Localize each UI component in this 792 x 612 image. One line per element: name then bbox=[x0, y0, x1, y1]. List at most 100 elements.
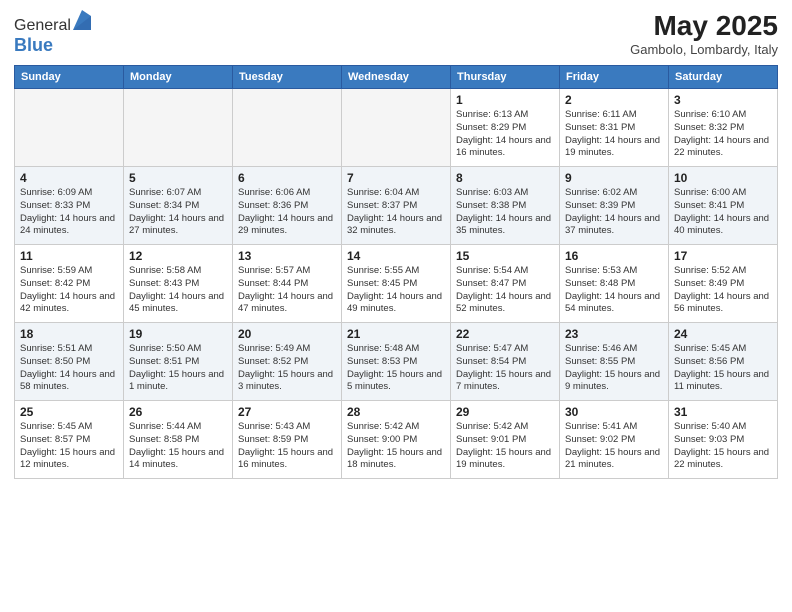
day-number: 21 bbox=[347, 327, 445, 341]
day-number: 10 bbox=[674, 171, 772, 185]
day-number: 22 bbox=[456, 327, 554, 341]
calendar-day-cell: 13Sunrise: 5:57 AM Sunset: 8:44 PM Dayli… bbox=[233, 245, 342, 323]
day-number: 5 bbox=[129, 171, 227, 185]
calendar-day-cell: 12 Sunrise: 5:58 AM Sunset: 8:43 PM Dayli… bbox=[124, 245, 233, 323]
day-info: Sunrise: 5:54 AM Sunset: 8:47 PM Dayligh… bbox=[456, 265, 554, 316]
logo-general-text: General bbox=[14, 17, 71, 34]
calendar-day-cell: 26Sunrise: 5:44 AM Sunset: 8:58 PM Dayli… bbox=[124, 401, 233, 479]
day-number: 12 bbox=[129, 249, 227, 263]
calendar-day-cell: 27 Sunrise: 5:43 AM Sunset: 8:59 PM Dayli… bbox=[233, 401, 342, 479]
calendar-day-cell: 14 Sunrise: 5:55 AM Sunset: 8:45 PM Dayli… bbox=[342, 245, 451, 323]
day-info: Sunrise: 5:41 AM Sunset: 9:02 PM Dayligh… bbox=[565, 421, 663, 472]
day-number: 2 bbox=[565, 93, 663, 107]
day-info: Sunrise: 5:52 AM Sunset: 8:49 PM Dayligh… bbox=[674, 265, 772, 316]
day-number: 6 bbox=[238, 171, 336, 185]
day-number: 20 bbox=[238, 327, 336, 341]
day-info: Sunrise: 5:48 AM Sunset: 8:53 PM Dayligh… bbox=[347, 343, 445, 394]
day-number: 25 bbox=[20, 405, 118, 419]
day-number: 31 bbox=[674, 405, 772, 419]
calendar-day-cell: 16Sunrise: 5:53 AM Sunset: 8:48 PM Dayli… bbox=[560, 245, 669, 323]
calendar-day-cell: 31 Sunrise: 5:40 AM Sunset: 9:03 PM Dayli… bbox=[669, 401, 778, 479]
calendar-week-row: 25 Sunrise: 5:45 AM Sunset: 8:57 PM Dayli… bbox=[15, 401, 778, 479]
day-number: 15 bbox=[456, 249, 554, 263]
logo: General Blue bbox=[14, 10, 91, 56]
day-info: Sunrise: 5:59 AM Sunset: 8:42 PM Dayligh… bbox=[20, 265, 118, 316]
calendar-day-cell: 23 Sunrise: 5:46 AM Sunset: 8:55 PM Dayli… bbox=[560, 323, 669, 401]
day-info: Sunrise: 6:09 AM Sunset: 8:33 PM Dayligh… bbox=[20, 187, 118, 238]
day-info: Sunrise: 6:03 AM Sunset: 8:38 PM Dayligh… bbox=[456, 187, 554, 238]
calendar-day-cell bbox=[124, 89, 233, 167]
day-info: Sunrise: 6:13 AM Sunset: 8:29 PM Dayligh… bbox=[456, 109, 554, 160]
calendar-day-cell: 11 Sunrise: 5:59 AM Sunset: 8:42 PM Dayli… bbox=[15, 245, 124, 323]
calendar-day-cell: 3Sunrise: 6:10 AM Sunset: 8:32 PM Daylig… bbox=[669, 89, 778, 167]
calendar-day-cell: 5 Sunrise: 6:07 AM Sunset: 8:34 PM Daylig… bbox=[124, 167, 233, 245]
calendar-day-cell: 7 Sunrise: 6:04 AM Sunset: 8:37 PM Daylig… bbox=[342, 167, 451, 245]
logo-blue-text: Blue bbox=[14, 35, 53, 55]
page: General Blue May 2025 Gambolo, Lombardy,… bbox=[0, 0, 792, 612]
day-info: Sunrise: 6:04 AM Sunset: 8:37 PM Dayligh… bbox=[347, 187, 445, 238]
calendar-day-cell: 28Sunrise: 5:42 AM Sunset: 9:00 PM Dayli… bbox=[342, 401, 451, 479]
day-number: 7 bbox=[347, 171, 445, 185]
day-number: 24 bbox=[674, 327, 772, 341]
day-number: 11 bbox=[20, 249, 118, 263]
day-number: 1 bbox=[456, 93, 554, 107]
day-info: Sunrise: 6:10 AM Sunset: 8:32 PM Dayligh… bbox=[674, 109, 772, 160]
day-info: Sunrise: 6:00 AM Sunset: 8:41 PM Dayligh… bbox=[674, 187, 772, 238]
calendar-day-cell: 22 Sunrise: 5:47 AM Sunset: 8:54 PM Dayli… bbox=[451, 323, 560, 401]
day-info: Sunrise: 5:50 AM Sunset: 8:51 PM Dayligh… bbox=[129, 343, 227, 394]
calendar-day-cell: 17 Sunrise: 5:52 AM Sunset: 8:49 PM Dayli… bbox=[669, 245, 778, 323]
day-info: Sunrise: 6:11 AM Sunset: 8:31 PM Dayligh… bbox=[565, 109, 663, 160]
day-info: Sunrise: 5:44 AM Sunset: 8:58 PM Dayligh… bbox=[129, 421, 227, 472]
calendar-header-row: SundayMondayTuesdayWednesdayThursdayFrid… bbox=[15, 66, 778, 89]
day-info: Sunrise: 5:46 AM Sunset: 8:55 PM Dayligh… bbox=[565, 343, 663, 394]
calendar-day-header: Sunday bbox=[15, 66, 124, 89]
day-info: Sunrise: 5:42 AM Sunset: 9:01 PM Dayligh… bbox=[456, 421, 554, 472]
calendar-day-header: Wednesday bbox=[342, 66, 451, 89]
day-number: 27 bbox=[238, 405, 336, 419]
calendar-day-header: Thursday bbox=[451, 66, 560, 89]
calendar-day-cell: 8 Sunrise: 6:03 AM Sunset: 8:38 PM Daylig… bbox=[451, 167, 560, 245]
header: General Blue May 2025 Gambolo, Lombardy,… bbox=[14, 10, 778, 57]
calendar-table: SundayMondayTuesdayWednesdayThursdayFrid… bbox=[14, 65, 778, 479]
day-number: 23 bbox=[565, 327, 663, 341]
day-number: 9 bbox=[565, 171, 663, 185]
day-number: 29 bbox=[456, 405, 554, 419]
calendar-day-cell: 21 Sunrise: 5:48 AM Sunset: 8:53 PM Dayli… bbox=[342, 323, 451, 401]
day-number: 19 bbox=[129, 327, 227, 341]
day-info: Sunrise: 5:49 AM Sunset: 8:52 PM Dayligh… bbox=[238, 343, 336, 394]
calendar-day-cell: 1 Sunrise: 6:13 AM Sunset: 8:29 PM Daylig… bbox=[451, 89, 560, 167]
day-number: 14 bbox=[347, 249, 445, 263]
day-info: Sunrise: 5:45 AM Sunset: 8:57 PM Dayligh… bbox=[20, 421, 118, 472]
calendar-day-header: Friday bbox=[560, 66, 669, 89]
calendar-day-cell: 6 Sunrise: 6:06 AM Sunset: 8:36 PM Daylig… bbox=[233, 167, 342, 245]
day-info: Sunrise: 5:47 AM Sunset: 8:54 PM Dayligh… bbox=[456, 343, 554, 394]
calendar-week-row: 18 Sunrise: 5:51 AM Sunset: 8:50 PM Dayli… bbox=[15, 323, 778, 401]
day-info: Sunrise: 5:57 AM Sunset: 8:44 PM Dayligh… bbox=[238, 265, 336, 316]
day-number: 4 bbox=[20, 171, 118, 185]
day-number: 17 bbox=[674, 249, 772, 263]
calendar-day-cell: 9 Sunrise: 6:02 AM Sunset: 8:39 PM Daylig… bbox=[560, 167, 669, 245]
day-info: Sunrise: 5:53 AM Sunset: 8:48 PM Dayligh… bbox=[565, 265, 663, 316]
day-info: Sunrise: 5:43 AM Sunset: 8:59 PM Dayligh… bbox=[238, 421, 336, 472]
day-number: 8 bbox=[456, 171, 554, 185]
day-info: Sunrise: 5:42 AM Sunset: 9:00 PM Dayligh… bbox=[347, 421, 445, 472]
calendar-day-cell: 25 Sunrise: 5:45 AM Sunset: 8:57 PM Dayli… bbox=[15, 401, 124, 479]
day-info: Sunrise: 5:51 AM Sunset: 8:50 PM Dayligh… bbox=[20, 343, 118, 394]
day-info: Sunrise: 5:40 AM Sunset: 9:03 PM Dayligh… bbox=[674, 421, 772, 472]
day-info: Sunrise: 6:02 AM Sunset: 8:39 PM Dayligh… bbox=[565, 187, 663, 238]
day-info: Sunrise: 5:45 AM Sunset: 8:56 PM Dayligh… bbox=[674, 343, 772, 394]
calendar-day-cell: 10 Sunrise: 6:00 AM Sunset: 8:41 PM Dayli… bbox=[669, 167, 778, 245]
day-info: Sunrise: 5:58 AM Sunset: 8:43 PM Dayligh… bbox=[129, 265, 227, 316]
calendar-day-cell bbox=[15, 89, 124, 167]
logo-icon bbox=[73, 10, 91, 30]
calendar-day-header: Monday bbox=[124, 66, 233, 89]
day-info: Sunrise: 6:07 AM Sunset: 8:34 PM Dayligh… bbox=[129, 187, 227, 238]
calendar-day-cell: 29 Sunrise: 5:42 AM Sunset: 9:01 PM Dayli… bbox=[451, 401, 560, 479]
calendar-week-row: 1 Sunrise: 6:13 AM Sunset: 8:29 PM Daylig… bbox=[15, 89, 778, 167]
calendar-day-cell bbox=[342, 89, 451, 167]
day-info: Sunrise: 6:06 AM Sunset: 8:36 PM Dayligh… bbox=[238, 187, 336, 238]
day-number: 18 bbox=[20, 327, 118, 341]
calendar-week-row: 11 Sunrise: 5:59 AM Sunset: 8:42 PM Dayli… bbox=[15, 245, 778, 323]
day-info: Sunrise: 5:55 AM Sunset: 8:45 PM Dayligh… bbox=[347, 265, 445, 316]
calendar-day-cell: 19 Sunrise: 5:50 AM Sunset: 8:51 PM Dayli… bbox=[124, 323, 233, 401]
